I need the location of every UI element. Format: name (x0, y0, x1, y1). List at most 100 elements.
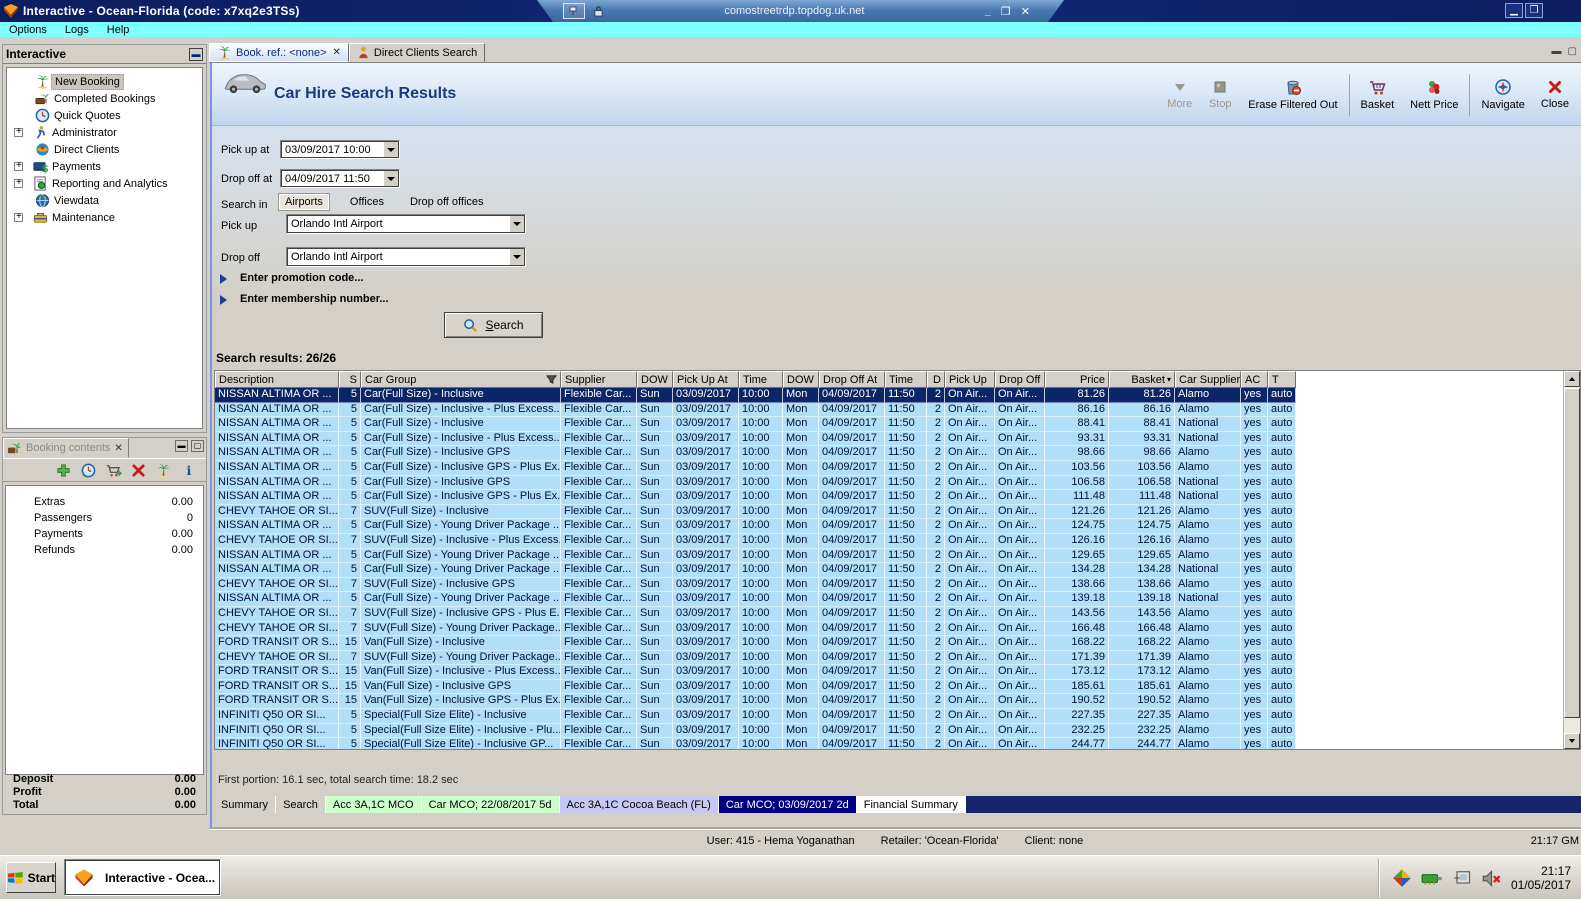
antivirus-tray-icon[interactable] (1392, 868, 1412, 888)
start-button[interactable]: Start (6, 862, 56, 893)
navigate-button[interactable]: Navigate (1473, 76, 1532, 113)
table-row[interactable]: NISSAN ALTIMA OR ... 5 Car(Full Size) - In… (215, 446, 1563, 461)
column-header-ac[interactable]: AC (1241, 371, 1268, 388)
sidebar-item-viewdata[interactable]: Viewdata (7, 192, 202, 209)
column-header-basket[interactable]: Basket ▾ (1109, 371, 1175, 388)
table-row[interactable]: INFINITI Q50 OR SI... 5 Special(Full Size … (215, 738, 1563, 749)
taskbar-clock[interactable]: 21:17 01/05/2017 (1511, 864, 1579, 892)
table-row[interactable]: CHEVY TAHOE OR SI... 7 SUV(Full Size) - Yo… (215, 621, 1563, 637)
dropoff-at-input[interactable]: 04/09/2017 11:50 (280, 169, 400, 188)
column-header-car-group[interactable]: Car Group (361, 371, 561, 388)
volume-muted-tray-icon[interactable] (1481, 869, 1502, 888)
dropoff-at-dropdown-button[interactable] (383, 170, 399, 187)
pickup-dropdown-button[interactable] (509, 215, 525, 233)
table-row[interactable]: FORD TRANSIT OR S... 15 Van(Full Size) - I… (215, 665, 1563, 680)
sidebar-item-reporting-and-analytics[interactable]: Reporting and Analytics (7, 175, 202, 192)
booking-contents-tab[interactable]: Booking contents ✕ (3, 438, 129, 458)
booking-toolbar-info-button[interactable]: i (180, 462, 196, 478)
sidebar-item-maintenance[interactable]: Maintenance (7, 209, 202, 226)
sidebar-item-completed-bookings[interactable]: Completed Bookings (7, 90, 202, 107)
tree-expand-icon[interactable] (14, 126, 23, 137)
menu-item-options[interactable]: Options (0, 24, 56, 36)
rdp-close-button[interactable]: ✕ (1021, 5, 1030, 18)
tab-book-ref-none-[interactable]: Book. ref.: <none> ✕ (209, 43, 349, 62)
table-row[interactable]: INFINITI Q50 OR SI... 5 Special(Full Size … (215, 709, 1563, 724)
booking-panel-maximize-button[interactable]: ▢ (191, 440, 204, 452)
sidebar-item-direct-clients[interactable]: Direct Clients (7, 141, 202, 158)
booking-toolbar-basket-go-button[interactable] (105, 462, 122, 478)
column-header-pick-up[interactable]: Pick Up (945, 371, 995, 388)
menu-item-logs[interactable]: Logs (56, 24, 98, 36)
table-row[interactable]: NISSAN ALTIMA OR ... 5 Car(Full Size) - Yo… (215, 519, 1563, 534)
scroll-down-button[interactable] (1564, 733, 1580, 749)
window-minimize-button[interactable]: ▁ (1505, 3, 1523, 18)
bottom-tab-acc-3a-1c-mco[interactable]: Acc 3A,1C MCO (325, 796, 422, 813)
table-row[interactable]: INFINITI Q50 OR SI... 5 Special(Full Size … (215, 723, 1563, 739)
tree-expand-icon[interactable] (14, 160, 23, 171)
bottom-tab-car-mco-22-08-2017-5d[interactable]: Car MCO; 22/08/2017 5d (421, 796, 560, 813)
table-row[interactable]: NISSAN ALTIMA OR ... 5 Car(Full Size) - In… (215, 417, 1563, 432)
table-row[interactable]: CHEVY TAHOE OR SI... 7 SUV(Full Size) - Yo… (215, 650, 1563, 666)
table-row[interactable]: NISSAN ALTIMA OR ... 5 Car(Full Size) - In… (215, 475, 1563, 491)
column-header-price[interactable]: Price (1045, 371, 1109, 388)
column-header-dow[interactable]: DOW (637, 371, 673, 388)
booking-toolbar-quick-quote-button[interactable] (80, 462, 96, 478)
scroll-up-button[interactable] (1564, 371, 1580, 387)
search-in-option-drop-off-offices[interactable]: Drop off offices (404, 194, 490, 210)
column-header-supplier[interactable]: Supplier (561, 371, 637, 388)
search-button[interactable]: Search (444, 312, 543, 338)
table-row[interactable]: CHEVY TAHOE OR SI... 7 SUV(Full Size) - In… (215, 606, 1563, 622)
bottom-tab-car-mco-03-09-2017-2d[interactable]: Car MCO; 03/09/2017 2d (718, 796, 857, 813)
window-restore-button[interactable]: ❐ (1525, 3, 1543, 18)
column-header-drop-off-at[interactable]: Drop Off At (819, 371, 885, 388)
bottom-tab-search[interactable]: Search (276, 796, 326, 813)
dropoff-dropdown-button[interactable] (509, 248, 525, 266)
basket-button[interactable]: Basket (1353, 76, 1403, 113)
table-row[interactable]: CHEVY TAHOE OR SI... 7 SUV(Full Size) - In… (215, 504, 1563, 520)
bottom-tab-acc-3a-1c-cocoa-beach-fl-[interactable]: Acc 3A,1C Cocoa Beach (FL) (559, 796, 719, 813)
table-row[interactable]: NISSAN ALTIMA OR ... 5 Car(Full Size) - In… (215, 431, 1563, 447)
table-row[interactable]: NISSAN ALTIMA OR ... 5 Car(Full Size) - In… (215, 402, 1563, 418)
dropoff-combo[interactable]: Orlando Intl Airport (286, 247, 526, 267)
bottom-tab-summary[interactable]: Summary (214, 796, 277, 813)
erase-filtered-out-button[interactable]: Erase Filtered Out (1240, 76, 1345, 113)
sidebar-item-quick-quotes[interactable]: Quick Quotes (7, 107, 202, 124)
column-header-time[interactable]: Time (885, 371, 927, 388)
pickup-at-dropdown-button[interactable] (383, 141, 399, 158)
table-row[interactable]: CHEVY TAHOE OR SI... 7 SUV(Full Size) - In… (215, 577, 1563, 593)
menu-item-help[interactable]: Help (98, 24, 139, 36)
table-row[interactable]: CHEVY TAHOE OR SI... 7 SUV(Full Size) - In… (215, 533, 1563, 549)
column-header-d[interactable]: D (927, 371, 945, 388)
column-header-s[interactable]: S (339, 371, 361, 388)
pickup-at-input[interactable]: 03/09/2017 10:00 (280, 140, 400, 159)
booking-toolbar-new-booking-button[interactable] (155, 462, 171, 478)
column-header-car-supplier[interactable]: Car Supplier (1175, 371, 1241, 388)
rdp-restore-button[interactable]: ❐ (1001, 5, 1011, 18)
column-header-description[interactable]: Description (215, 371, 339, 388)
taskbar-app-button[interactable]: Interactive - Ocea... (64, 859, 221, 896)
sidebar-item-new-booking[interactable]: New Booking (7, 73, 202, 90)
table-row[interactable]: NISSAN ALTIMA OR ... 5 Car(Full Size) - In… (215, 460, 1563, 476)
booking-contents-close-icon[interactable]: ✕ (114, 443, 122, 454)
tab-direct-clients-search[interactable]: Direct Clients Search (348, 43, 486, 62)
search-in-option-airports[interactable]: Airports (278, 193, 330, 211)
close-button[interactable]: Close (1533, 77, 1577, 112)
column-header-t[interactable]: T (1268, 371, 1296, 388)
pickup-combo[interactable]: Orlando Intl Airport (286, 214, 526, 234)
bottom-tab-financial-summary[interactable]: Financial Summary (856, 796, 966, 813)
table-row[interactable]: NISSAN ALTIMA OR ... 5 Car(Full Size) - In… (215, 388, 1563, 403)
vertical-scrollbar[interactable] (1563, 371, 1580, 749)
scroll-thumb[interactable] (1564, 388, 1580, 718)
rdp-pin-button[interactable] (563, 3, 585, 19)
rdp-minimize-button[interactable]: _ (985, 5, 991, 18)
mdi-minimize-icon[interactable]: ▬ (1552, 46, 1562, 57)
booking-toolbar-delete-button[interactable] (130, 462, 146, 478)
table-row[interactable]: FORD TRANSIT OR S... 15 Van(Full Size) - I… (215, 694, 1563, 710)
mdi-restore-icon[interactable]: ▢ (1568, 46, 1577, 57)
network-adapter-tray-icon[interactable] (1421, 870, 1443, 886)
booking-toolbar-add-button[interactable] (55, 462, 71, 478)
table-row[interactable]: NISSAN ALTIMA OR ... 5 Car(Full Size) - Yo… (215, 563, 1563, 578)
column-header-dow[interactable]: DOW (783, 371, 819, 388)
tab-close-icon[interactable]: ✕ (333, 47, 341, 58)
column-header-time[interactable]: Time (739, 371, 783, 388)
